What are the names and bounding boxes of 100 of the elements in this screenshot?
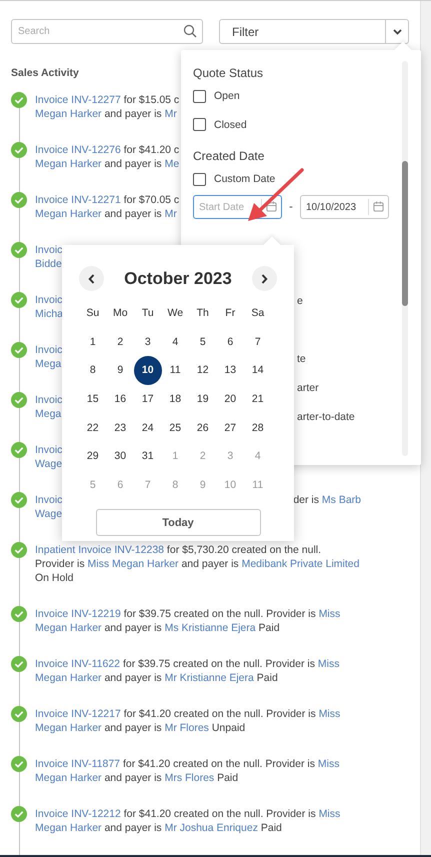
calendar-day[interactable]: 28 — [244, 413, 272, 442]
calendar-day[interactable]: 19 — [189, 384, 216, 414]
link[interactable]: Megan Harker — [35, 822, 102, 834]
calendar-day[interactable]: 24 — [134, 413, 162, 442]
search-icon[interactable] — [183, 24, 197, 38]
link[interactable]: Megan Harker — [35, 672, 102, 684]
link[interactable]: Wage — [35, 458, 62, 470]
link[interactable]: Bidde — [35, 258, 62, 270]
calendar-day[interactable]: 3 — [216, 442, 244, 471]
link[interactable]: Invoic — [35, 244, 62, 256]
calendar-day[interactable]: 7 — [134, 470, 162, 500]
scrollbar[interactable] — [402, 61, 408, 456]
today-button[interactable]: Today — [96, 509, 260, 536]
calendar-day[interactable]: 7 — [244, 328, 272, 356]
link[interactable]: Mega — [35, 408, 62, 420]
calendar-day[interactable]: 9 — [189, 470, 216, 500]
link[interactable]: Invoice INV-12277 — [35, 94, 121, 106]
link[interactable]: Medibank Private Limited — [242, 558, 360, 570]
calendar-day[interactable]: 10 — [216, 470, 244, 500]
checkbox[interactable] — [193, 118, 206, 131]
link[interactable]: Invoice INV-12276 — [35, 144, 121, 156]
link[interactable]: Invoice INV-12212 — [35, 808, 121, 820]
calendar-day[interactable]: 6 — [216, 328, 244, 356]
calendar-day[interactable]: 17 — [134, 384, 162, 414]
link[interactable]: Invoice INV-12217 — [35, 708, 121, 720]
scrollbar[interactable] — [420, 1, 431, 857]
link[interactable]: Micha — [35, 308, 64, 320]
calendar-day[interactable]: 1 — [79, 328, 106, 356]
calendar-day[interactable]: 5 — [189, 328, 216, 356]
calendar-day[interactable]: 27 — [216, 413, 244, 442]
calendar-day[interactable]: 13 — [216, 356, 244, 385]
search-field[interactable]: Search — [11, 19, 203, 44]
link[interactable]: Invoice INV-11877 — [35, 758, 120, 770]
calendar-day[interactable]: 6 — [106, 470, 134, 500]
link[interactable]: Invoice INV-12271 — [35, 194, 121, 206]
calendar-day[interactable]: 14 — [244, 356, 272, 385]
link[interactable]: Miss — [318, 658, 340, 670]
link[interactable]: Miss Megan Harker — [88, 558, 179, 570]
calendar-day[interactable]: 4 — [162, 328, 189, 356]
calendar-day[interactable]: 11 — [244, 470, 272, 500]
calendar-day[interactable]: 31 — [134, 442, 162, 471]
calendar-day[interactable]: 8 — [79, 356, 106, 385]
filter-dropdown[interactable]: Filter — [219, 19, 409, 44]
link[interactable]: Invoic — [35, 394, 62, 406]
calendar-day[interactable]: 11 — [162, 356, 189, 385]
link[interactable]: Ms Kristianne Ejera — [164, 622, 256, 634]
link[interactable]: Miss — [318, 708, 340, 720]
calendar-day[interactable]: 12 — [189, 356, 216, 385]
link[interactable]: Mega — [35, 358, 62, 370]
calendar-day[interactable]: 23 — [106, 413, 134, 442]
calendar-day[interactable]: 2 — [189, 442, 216, 471]
calendar-day[interactable]: 18 — [162, 384, 189, 414]
link[interactable]: Miss — [318, 608, 340, 620]
link[interactable]: Ms Barb — [322, 494, 361, 506]
calendar-day[interactable]: 10 — [134, 356, 162, 385]
calendar-day[interactable]: 16 — [106, 384, 134, 414]
link[interactable]: Invoic — [35, 294, 62, 306]
link[interactable]: Invoic — [35, 494, 62, 506]
link[interactable]: Megan Harker — [35, 622, 102, 634]
calendar-icon[interactable] — [373, 201, 384, 212]
link[interactable]: Mr Joshua Enriquez — [164, 822, 258, 834]
link[interactable]: Miss — [318, 758, 340, 770]
checkbox[interactable] — [193, 172, 206, 186]
link[interactable]: Megan Harker — [35, 772, 102, 784]
calendar-day[interactable]: 20 — [216, 384, 244, 414]
calendar-day[interactable]: 5 — [79, 470, 106, 500]
link[interactable]: Megan Harker — [35, 208, 102, 220]
calendar-day[interactable]: 22 — [79, 413, 106, 442]
calendar-day[interactable]: 4 — [244, 442, 272, 471]
link[interactable]: Me — [164, 158, 180, 170]
link[interactable]: Wage — [35, 508, 62, 520]
link[interactable]: Invoice INV-11622 — [35, 658, 120, 670]
calendar-day[interactable]: 3 — [134, 328, 162, 356]
link[interactable]: Mr — [164, 208, 177, 220]
link[interactable]: Mr — [164, 108, 177, 120]
calendar-day[interactable]: 8 — [162, 470, 189, 500]
calendar-day[interactable]: 26 — [189, 413, 216, 442]
link[interactable]: Mr Kristianne Ejera — [164, 672, 254, 684]
link[interactable]: Invoic — [35, 444, 62, 456]
link[interactable]: Miss — [318, 808, 340, 820]
calendar-day[interactable]: 21 — [244, 384, 272, 414]
calendar-icon[interactable] — [266, 201, 277, 212]
calendar-day[interactable]: 2 — [106, 328, 134, 356]
calendar-day[interactable]: 29 — [79, 442, 106, 471]
link[interactable]: Megan Harker — [35, 108, 102, 120]
calendar-day[interactable]: 15 — [79, 384, 106, 414]
link[interactable]: Megan Harker — [35, 158, 102, 170]
end-date-field[interactable]: 10/10/2023 — [300, 195, 389, 219]
previous-month-button[interactable] — [79, 266, 104, 291]
calendar-day[interactable]: 25 — [162, 413, 189, 442]
next-month-button[interactable] — [252, 266, 277, 291]
calendar-day[interactable]: 1 — [162, 442, 189, 471]
link[interactable]: Megan Harker — [35, 722, 102, 734]
link[interactable]: Mrs Flores — [164, 772, 214, 784]
link[interactable]: Invoic — [35, 344, 62, 356]
link[interactable]: Invoice INV-12219 — [35, 608, 121, 620]
checkbox[interactable] — [193, 90, 206, 102]
link[interactable]: Mr Flores — [164, 722, 209, 734]
calendar-day[interactable]: 30 — [106, 442, 134, 471]
link[interactable]: Inpatient Invoice INV-12238 — [35, 544, 164, 556]
